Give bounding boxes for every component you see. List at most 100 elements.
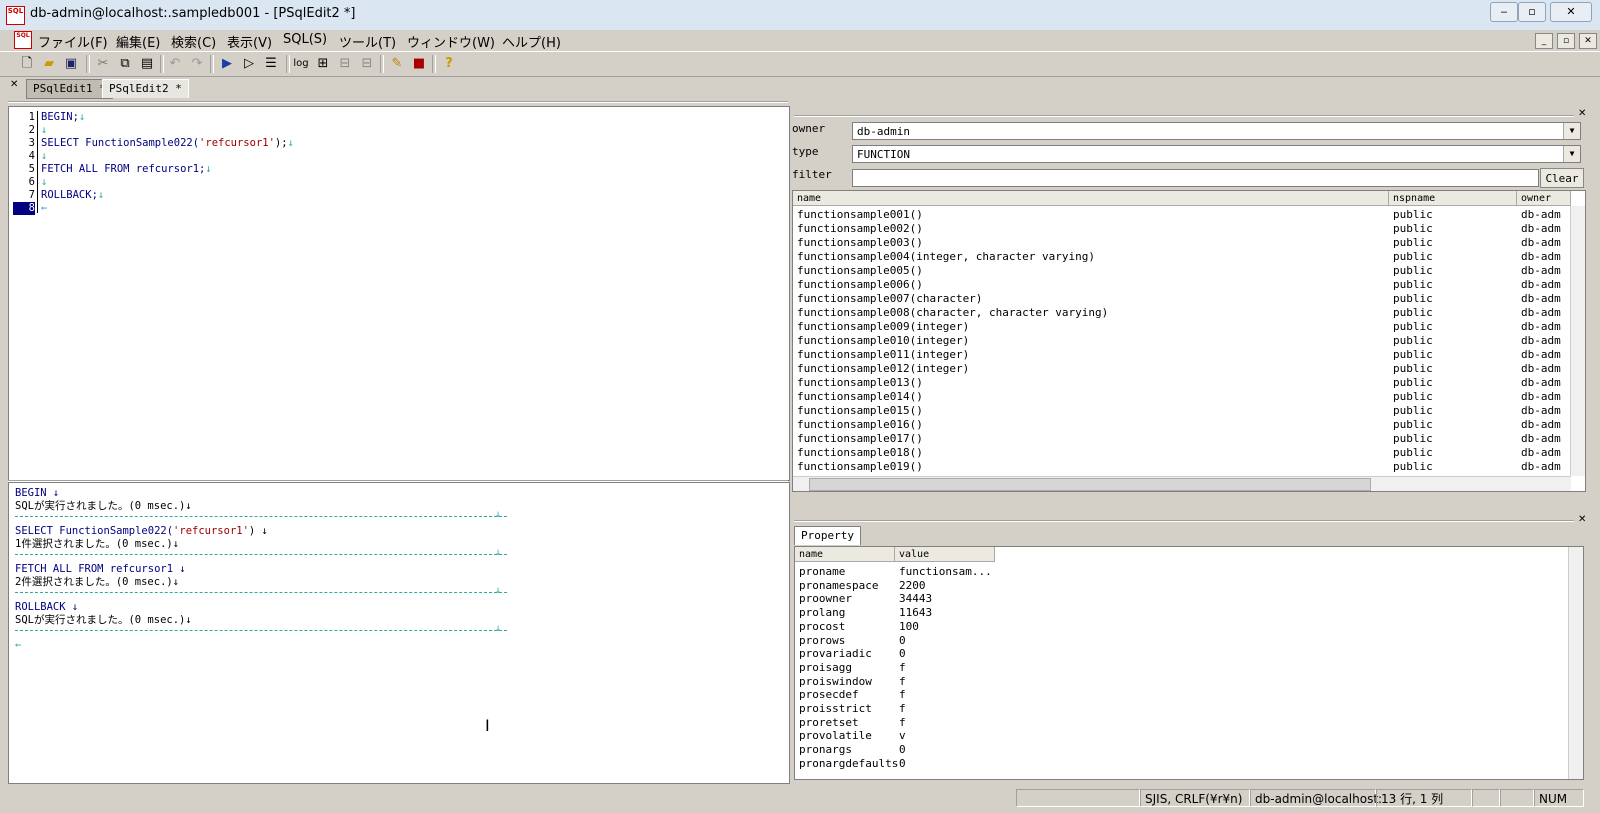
list-item[interactable]: functionsample008(character, character v… (793, 306, 1569, 320)
log-icon[interactable]: log (292, 55, 310, 73)
list-item[interactable]: functionsample010(integer) public db-adm (793, 334, 1569, 348)
property-row[interactable]: proisagg f (795, 661, 1565, 675)
eof-mark: ← (15, 639, 22, 651)
property-row[interactable]: prolang 11643 (795, 606, 1565, 620)
undo-icon[interactable]: ↶ (166, 55, 184, 73)
list-item[interactable]: functionsample005() public db-adm (793, 264, 1569, 278)
menu-search[interactable]: 検索(C) (171, 32, 216, 51)
property-row[interactable]: pronamespace 2200 (795, 579, 1565, 593)
close-button[interactable]: ✕ (1550, 2, 1592, 22)
mdi-close-button[interactable]: ✕ (1579, 33, 1597, 49)
output-pane[interactable]: BEGIN ↓ SQLが実行されました。(0 msec.)↓ ↓ SELECT … (8, 482, 790, 784)
menu-edit[interactable]: 編集(E) (116, 32, 160, 51)
output-command: FETCH ALL FROM refcursor1 ↓ (15, 563, 186, 575)
property-row[interactable]: provariadic 0 (795, 647, 1565, 661)
scroll-thumb[interactable] (809, 478, 1371, 491)
save-icon[interactable]: ▣ (62, 55, 80, 73)
list-item[interactable]: functionsample013() public db-adm (793, 376, 1569, 390)
redo-icon[interactable]: ↷ (188, 55, 206, 73)
owner-select[interactable]: db-admin ▼ (852, 122, 1581, 140)
mdi-minimize-button[interactable]: _ (1535, 33, 1553, 49)
new-file-icon[interactable]: 🗋 (18, 55, 36, 73)
column-header-value[interactable]: value (895, 547, 995, 562)
property-row[interactable]: proretset f (795, 716, 1565, 730)
property-list[interactable]: name value proname functionsam... pronames… (794, 546, 1584, 780)
table2-icon[interactable]: ⊟ (358, 55, 376, 73)
property-row[interactable]: proiswindow f (795, 675, 1565, 689)
tab-psqledit1[interactable]: PSqlEdit1 * (26, 79, 113, 99)
filter-input[interactable] (852, 169, 1539, 187)
list-item[interactable]: functionsample018() public db-adm (793, 446, 1569, 460)
run-step-icon[interactable]: ▷ (240, 55, 258, 73)
table-icon[interactable]: ⊟ (336, 55, 354, 73)
tab-property[interactable]: Property (794, 526, 861, 545)
list-item[interactable]: functionsample012(integer) public db-adm (793, 362, 1569, 376)
tab-psqledit2[interactable]: PSqlEdit2 * (102, 79, 189, 98)
property-row[interactable]: proowner 34443 (795, 592, 1565, 606)
help-icon[interactable]: ? (440, 55, 458, 73)
property-row[interactable]: pronargdefaults 0 (795, 757, 1565, 771)
list-item[interactable]: functionsample001() public db-adm (793, 208, 1569, 222)
owner-cell: db-adm (1521, 418, 1561, 431)
vertical-scrollbar[interactable] (1568, 547, 1583, 779)
property-row[interactable]: prosecdef f (795, 688, 1565, 702)
list-item[interactable]: functionsample003() public db-adm (793, 236, 1569, 250)
pencil-icon[interactable]: ✎ (388, 55, 406, 73)
open-folder-icon[interactable]: ▰ (40, 55, 58, 73)
status-connection: db-admin@localhost: (1250, 789, 1382, 807)
grid-icon[interactable]: ⊞ (314, 55, 332, 73)
mdi-restore-button[interactable]: ▫ (1557, 33, 1575, 49)
list-item[interactable]: functionsample015() public db-adm (793, 404, 1569, 418)
list-item[interactable]: functionsample009(integer) public db-adm (793, 320, 1569, 334)
sql-editor[interactable]: 1 BEGIN;↓ 2 ↓ 3 SELECT FunctionSample022… (8, 106, 790, 481)
property-row[interactable]: proisstrict f (795, 702, 1565, 716)
menu-sql[interactable]: SQL(S) (283, 32, 327, 47)
copy-icon[interactable]: ⧉ (116, 55, 134, 73)
run-icon[interactable]: ▶ (218, 55, 236, 73)
dropdown-arrow-icon[interactable]: ▼ (1563, 146, 1580, 162)
explain-icon[interactable]: ☰ (262, 55, 280, 73)
paste-icon[interactable]: ▤ (138, 55, 156, 73)
cut-icon[interactable]: ✂ (94, 55, 112, 73)
list-item[interactable]: functionsample016() public db-adm (793, 418, 1569, 432)
list-item[interactable]: functionsample006() public db-adm (793, 278, 1569, 292)
column-header-owner[interactable]: owner (1517, 191, 1571, 206)
column-header-nspname[interactable]: nspname (1389, 191, 1517, 206)
stop-icon[interactable]: ■ (410, 55, 428, 73)
menu-view[interactable]: 表示(V) (227, 32, 272, 51)
mdi-doc-icon[interactable]: SQL (14, 31, 32, 49)
output-command: BEGIN ↓ (15, 487, 60, 499)
property-row[interactable]: provolatile v (795, 729, 1565, 743)
vertical-scrollbar[interactable] (1570, 206, 1585, 476)
list-item[interactable]: functionsample019() public db-adm (793, 460, 1569, 474)
menu-tools[interactable]: ツール(T) (339, 32, 396, 51)
newline-mark: ↓ (97, 189, 105, 201)
clear-button[interactable]: Clear (1540, 168, 1584, 188)
menu-file[interactable]: ファイル(F) (38, 32, 108, 51)
property-row[interactable]: prorows 0 (795, 634, 1565, 648)
property-row[interactable]: proname functionsam... (795, 565, 1565, 579)
dropdown-arrow-icon[interactable]: ▼ (1563, 123, 1580, 139)
menu-help[interactable]: ヘルプ(H) (502, 32, 561, 51)
list-item[interactable]: functionsample007(character) public db-adm (793, 292, 1569, 306)
property-name: provolatile (799, 729, 872, 743)
type-select[interactable]: FUNCTION ▼ (852, 145, 1581, 163)
code-string: 'refcursor1' (199, 137, 275, 149)
list-item[interactable]: functionsample004(integer, character var… (793, 250, 1569, 264)
list-item[interactable]: functionsample014() public db-adm (793, 390, 1569, 404)
list-item[interactable]: functionsample017() public db-adm (793, 432, 1569, 446)
list-item[interactable]: functionsample002() public db-adm (793, 222, 1569, 236)
status-bar: SJIS, CRLF(¥r¥n) db-admin@localhost: 13 … (0, 786, 1600, 813)
maximize-button[interactable]: ▫ (1518, 2, 1546, 22)
list-item[interactable]: functionsample011(integer) public db-adm (793, 348, 1569, 362)
minimize-button[interactable]: ‒ (1490, 2, 1518, 22)
tab-close-icon[interactable]: ✕ (10, 79, 18, 90)
column-header-name[interactable]: name (795, 547, 895, 562)
menu-window[interactable]: ウィンドウ(W) (407, 32, 495, 51)
horizontal-scrollbar[interactable] (793, 476, 1571, 491)
column-header-name[interactable]: name (793, 191, 1389, 206)
property-row[interactable]: pronargs 0 (795, 743, 1565, 757)
newline-mark: ↓ (287, 137, 294, 149)
property-row[interactable]: procost 100 (795, 620, 1565, 634)
object-list[interactable]: name nspname owner functionsample001() pu… (792, 190, 1586, 492)
